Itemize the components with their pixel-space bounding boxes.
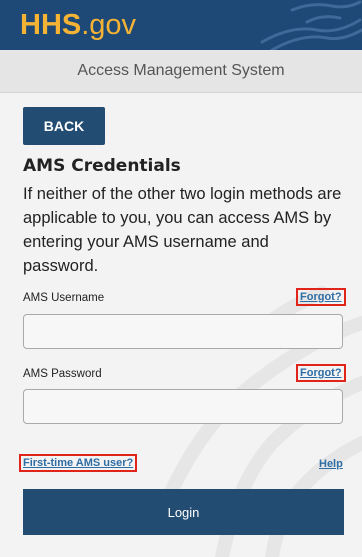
site-header: HHS.gov — [0, 0, 362, 50]
logo-suffix-text: .gov — [81, 9, 137, 41]
section-title: AMS Credentials — [23, 156, 181, 176]
help-link[interactable]: Help — [317, 457, 345, 471]
password-input[interactable] — [23, 389, 343, 424]
app-subtitle-bar: Access Management System — [0, 50, 362, 93]
first-time-user-link[interactable]: First-time AMS user? — [19, 454, 138, 472]
app-subtitle: Access Management System — [77, 62, 285, 79]
eagle-emblem-icon — [260, 0, 362, 50]
forgot-username-link[interactable]: Forgot? — [296, 288, 346, 306]
password-label: AMS Password — [23, 368, 102, 380]
username-label: AMS Username — [23, 292, 105, 304]
instructions-text: If neither of the other two login method… — [23, 185, 342, 275]
logo-main-text: HHS — [20, 9, 82, 41]
forgot-password-link[interactable]: Forgot? — [296, 364, 346, 382]
hhs-logo[interactable]: HHS.gov — [20, 9, 136, 41]
username-input[interactable] — [23, 314, 343, 349]
login-button[interactable]: Login — [23, 489, 344, 535]
back-button[interactable]: BACK — [23, 107, 105, 145]
